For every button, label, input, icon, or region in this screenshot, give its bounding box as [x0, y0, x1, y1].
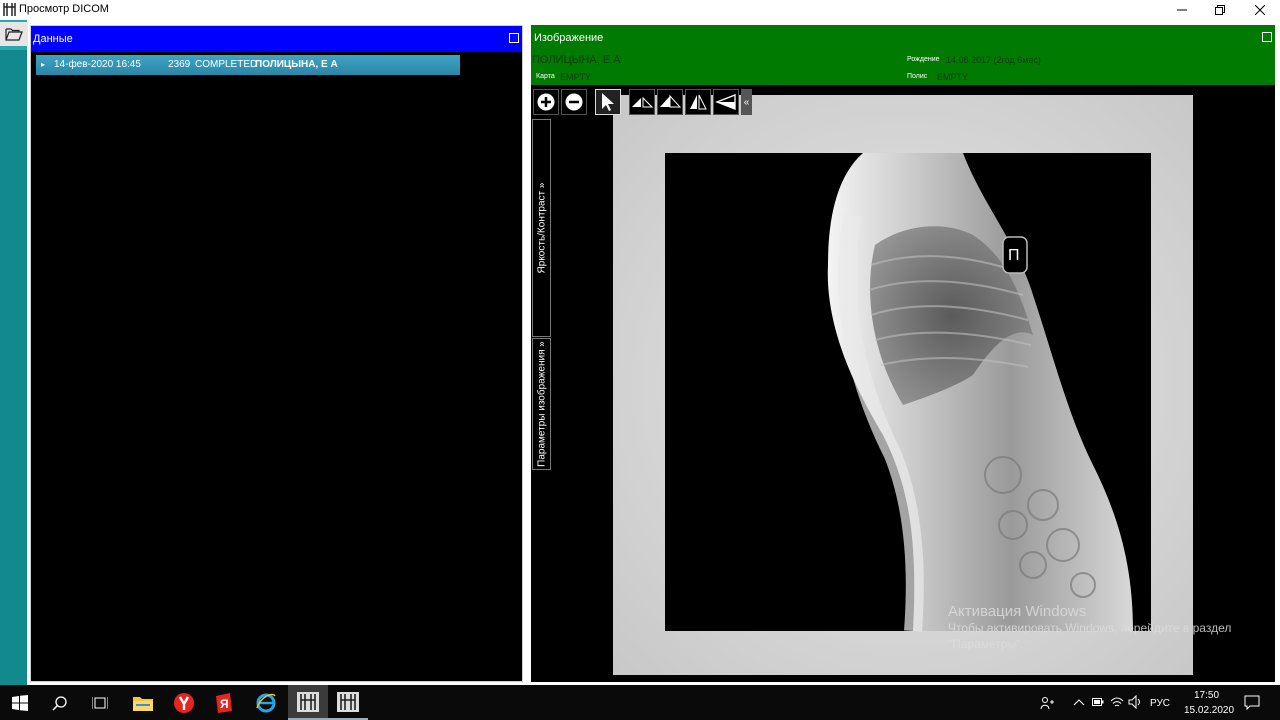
start-button[interactable]	[0, 685, 40, 720]
image-panel-header: Изображение	[531, 25, 1275, 51]
battery-icon[interactable]	[1092, 697, 1104, 707]
card-label: Карта	[536, 73, 555, 80]
pointer-icon	[602, 93, 614, 111]
wifi-icon[interactable]	[1110, 695, 1124, 709]
close-button[interactable]	[1240, 0, 1280, 20]
search-icon	[52, 695, 67, 711]
data-panel-header: Данные	[31, 26, 522, 52]
policy-value: EMPTY	[937, 72, 969, 82]
watermark-title: Активация Windows	[948, 603, 1087, 620]
birth-value: 14.08.2017 (2год 6мес)	[946, 55, 1041, 65]
dicom-xray-icon	[337, 691, 359, 712]
restore-icon	[1215, 5, 1225, 15]
birth-label: Рождение	[907, 56, 940, 63]
data-panel-title: Данные	[33, 33, 73, 45]
open-folder-button[interactable]	[0, 22, 28, 46]
task-view-button[interactable]	[80, 685, 120, 720]
policy-label: Полис	[907, 73, 928, 80]
search-button[interactable]	[40, 685, 80, 720]
language-indicator[interactable]: РУС	[1150, 698, 1170, 709]
image-params-tab[interactable]: Параметры изображения »	[532, 338, 551, 470]
volume-icon[interactable]	[1128, 695, 1142, 709]
internet-explorer-icon	[256, 693, 276, 712]
watermark-line2: Чтобы активировать Windows, перейдите в …	[948, 621, 1232, 635]
image-panel-maximize-button[interactable]	[1262, 32, 1272, 42]
data-panel-maximize-button[interactable]	[509, 33, 519, 43]
clock-time[interactable]: 17:50	[1194, 690, 1219, 701]
image-panel: Изображение ПОЛИЦЫНА, Е А Карта EMPTY Ро…	[531, 25, 1275, 682]
svg-text:Я: Я	[220, 697, 229, 711]
brightness-contrast-tab-label: Яркость/Контраст »	[536, 182, 547, 274]
pointer-tool-button[interactable]	[595, 89, 621, 115]
study-id: 2369	[168, 59, 191, 70]
watermark-line3: "Параметры".	[948, 637, 1024, 651]
zoom-out-button[interactable]	[561, 89, 587, 115]
zoom-in-button[interactable]	[533, 89, 559, 115]
minimize-icon	[1177, 9, 1187, 11]
image-toolbar	[533, 89, 753, 117]
study-date: 14-фев-2020 16:45	[54, 59, 141, 70]
taskbar-dicom-viewer[interactable]	[328, 685, 368, 720]
yandex-browser-icon	[174, 692, 194, 713]
minimize-button[interactable]	[1162, 0, 1202, 20]
study-status: COMPLETED	[195, 59, 258, 70]
task-view-icon	[92, 696, 108, 709]
flip-left-button[interactable]	[629, 89, 655, 115]
flip-up-button[interactable]	[657, 89, 683, 115]
app-xray-icon	[2, 2, 17, 17]
windows-logo-icon	[12, 694, 28, 711]
chevron-up-icon[interactable]	[1073, 698, 1085, 706]
activation-watermark: Активация Windows Чтобы активировать Win…	[948, 604, 1231, 652]
side-marker-label: П	[1008, 247, 1020, 264]
flip-right-button[interactable]	[685, 89, 711, 115]
title-bar: Просмотр DICOM	[0, 0, 1280, 20]
xray-image	[613, 95, 1193, 675]
brightness-contrast-tab[interactable]: Яркость/Контраст »	[532, 119, 551, 337]
file-explorer-icon	[133, 696, 153, 711]
taskbar-yandex-browser[interactable]	[164, 685, 204, 720]
flip-up-icon	[660, 94, 681, 108]
dicom-xray-icon	[297, 691, 319, 712]
taskbar-internet-explorer[interactable]	[246, 685, 286, 720]
image-params-tab-label: Параметры изображения »	[536, 341, 547, 467]
zoom-in-icon	[537, 93, 555, 111]
rotate-button[interactable]	[713, 89, 739, 115]
clock-date[interactable]: 15.02.2020	[1184, 705, 1234, 716]
rotate-icon	[715, 94, 736, 110]
expand-arrow-icon[interactable]: ▸	[41, 60, 45, 69]
card-value: EMPTY	[560, 72, 592, 82]
taskbar-dicom-viewer-active[interactable]	[288, 685, 328, 720]
study-row[interactable]: ▸ 14-фев-2020 16:45 2369 COMPLETED ПОЛИЦ…	[36, 55, 460, 75]
image-panel-title: Изображение	[534, 32, 604, 44]
window-title: Просмотр DICOM	[19, 3, 109, 15]
study-patient: ПОЛИЦЫНА, Е А	[255, 59, 338, 70]
flip-right-icon	[690, 94, 707, 110]
folder-open-icon	[5, 28, 23, 41]
maximize-button[interactable]	[1200, 0, 1240, 20]
close-icon	[1255, 5, 1265, 15]
taskbar: Я РУС 17:50 15.02.2020	[0, 685, 1280, 720]
taskbar-explorer[interactable]	[123, 685, 163, 720]
flip-left-icon	[632, 96, 653, 108]
people-icon[interactable]	[1040, 696, 1054, 710]
left-sidebar	[0, 20, 28, 685]
yandex-icon: Я	[216, 692, 232, 713]
zoom-out-icon	[565, 93, 583, 111]
notifications-icon[interactable]	[1244, 695, 1260, 710]
toolbar-collapse-button[interactable]: «	[741, 89, 752, 115]
patient-info-bar: ПОЛИЦЫНА, Е А Карта EMPTY Рождение 14.08…	[531, 51, 1275, 85]
patient-name: ПОЛИЦЫНА, Е А	[532, 54, 621, 66]
taskbar-yandex[interactable]: Я	[204, 685, 244, 720]
data-panel: Данные ▸ 14-фев-2020 16:45 2369 COMPLETE…	[30, 25, 523, 682]
